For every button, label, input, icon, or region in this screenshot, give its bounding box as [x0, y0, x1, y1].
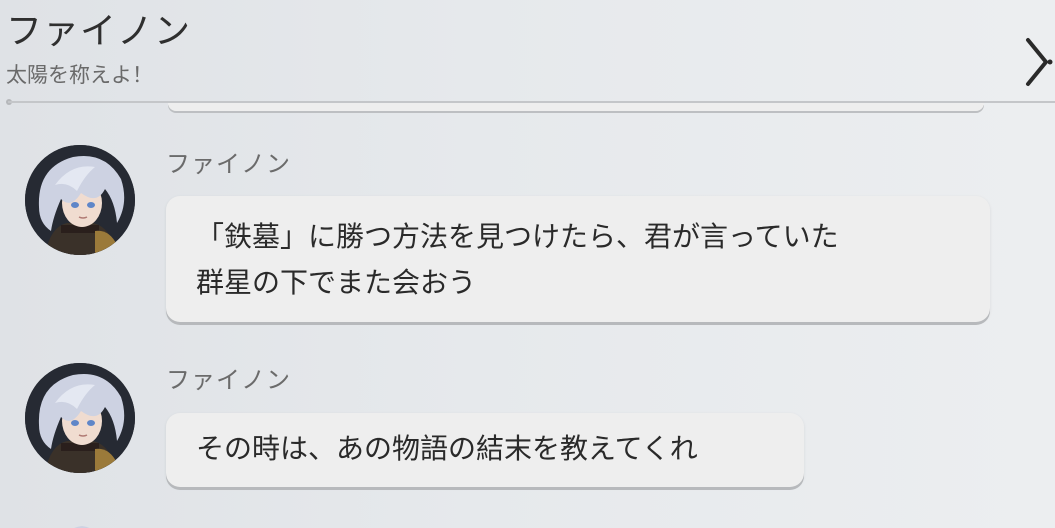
character-avatar-icon [25, 363, 135, 473]
previous-bubble-edge [168, 103, 984, 111]
close-button[interactable] [1018, 32, 1054, 90]
message-text-line: 群星の下でまた会おう [196, 266, 477, 299]
contact-status-message: 太陽を称えよ！ [6, 63, 153, 87]
character-avatar-icon [25, 145, 135, 255]
next-avatar-partial [60, 519, 100, 528]
message-text-line: その時は、あの物語の結末を教えてくれ [196, 432, 698, 465]
contact-name: ファイノン [6, 11, 192, 52]
sender-avatar[interactable] [25, 145, 135, 255]
message-text-line: 「鉄墓」に勝つ方法を見つけたら、君が言っていた [196, 220, 839, 253]
message-bubble[interactable]: その時は、あの物語の結末を教えてくれ [166, 413, 804, 487]
message-bubble[interactable]: 「鉄墓」に勝つ方法を見つけたら、君が言っていた 群星の下でまた会おう [166, 196, 990, 322]
sender-name: ファイノン [166, 150, 291, 178]
sender-name: ファイノン [166, 366, 291, 394]
chevron-right-icon [1026, 38, 1053, 86]
message-feed[interactable]: ファイノン 「鉄墓」に勝つ方法を見つけたら、君が言っていた 群星の下でまた会おう… [0, 111, 1055, 528]
chat-header: ファイノン 太陽を称えよ！ [0, 0, 1055, 110]
sender-avatar[interactable] [25, 363, 135, 473]
